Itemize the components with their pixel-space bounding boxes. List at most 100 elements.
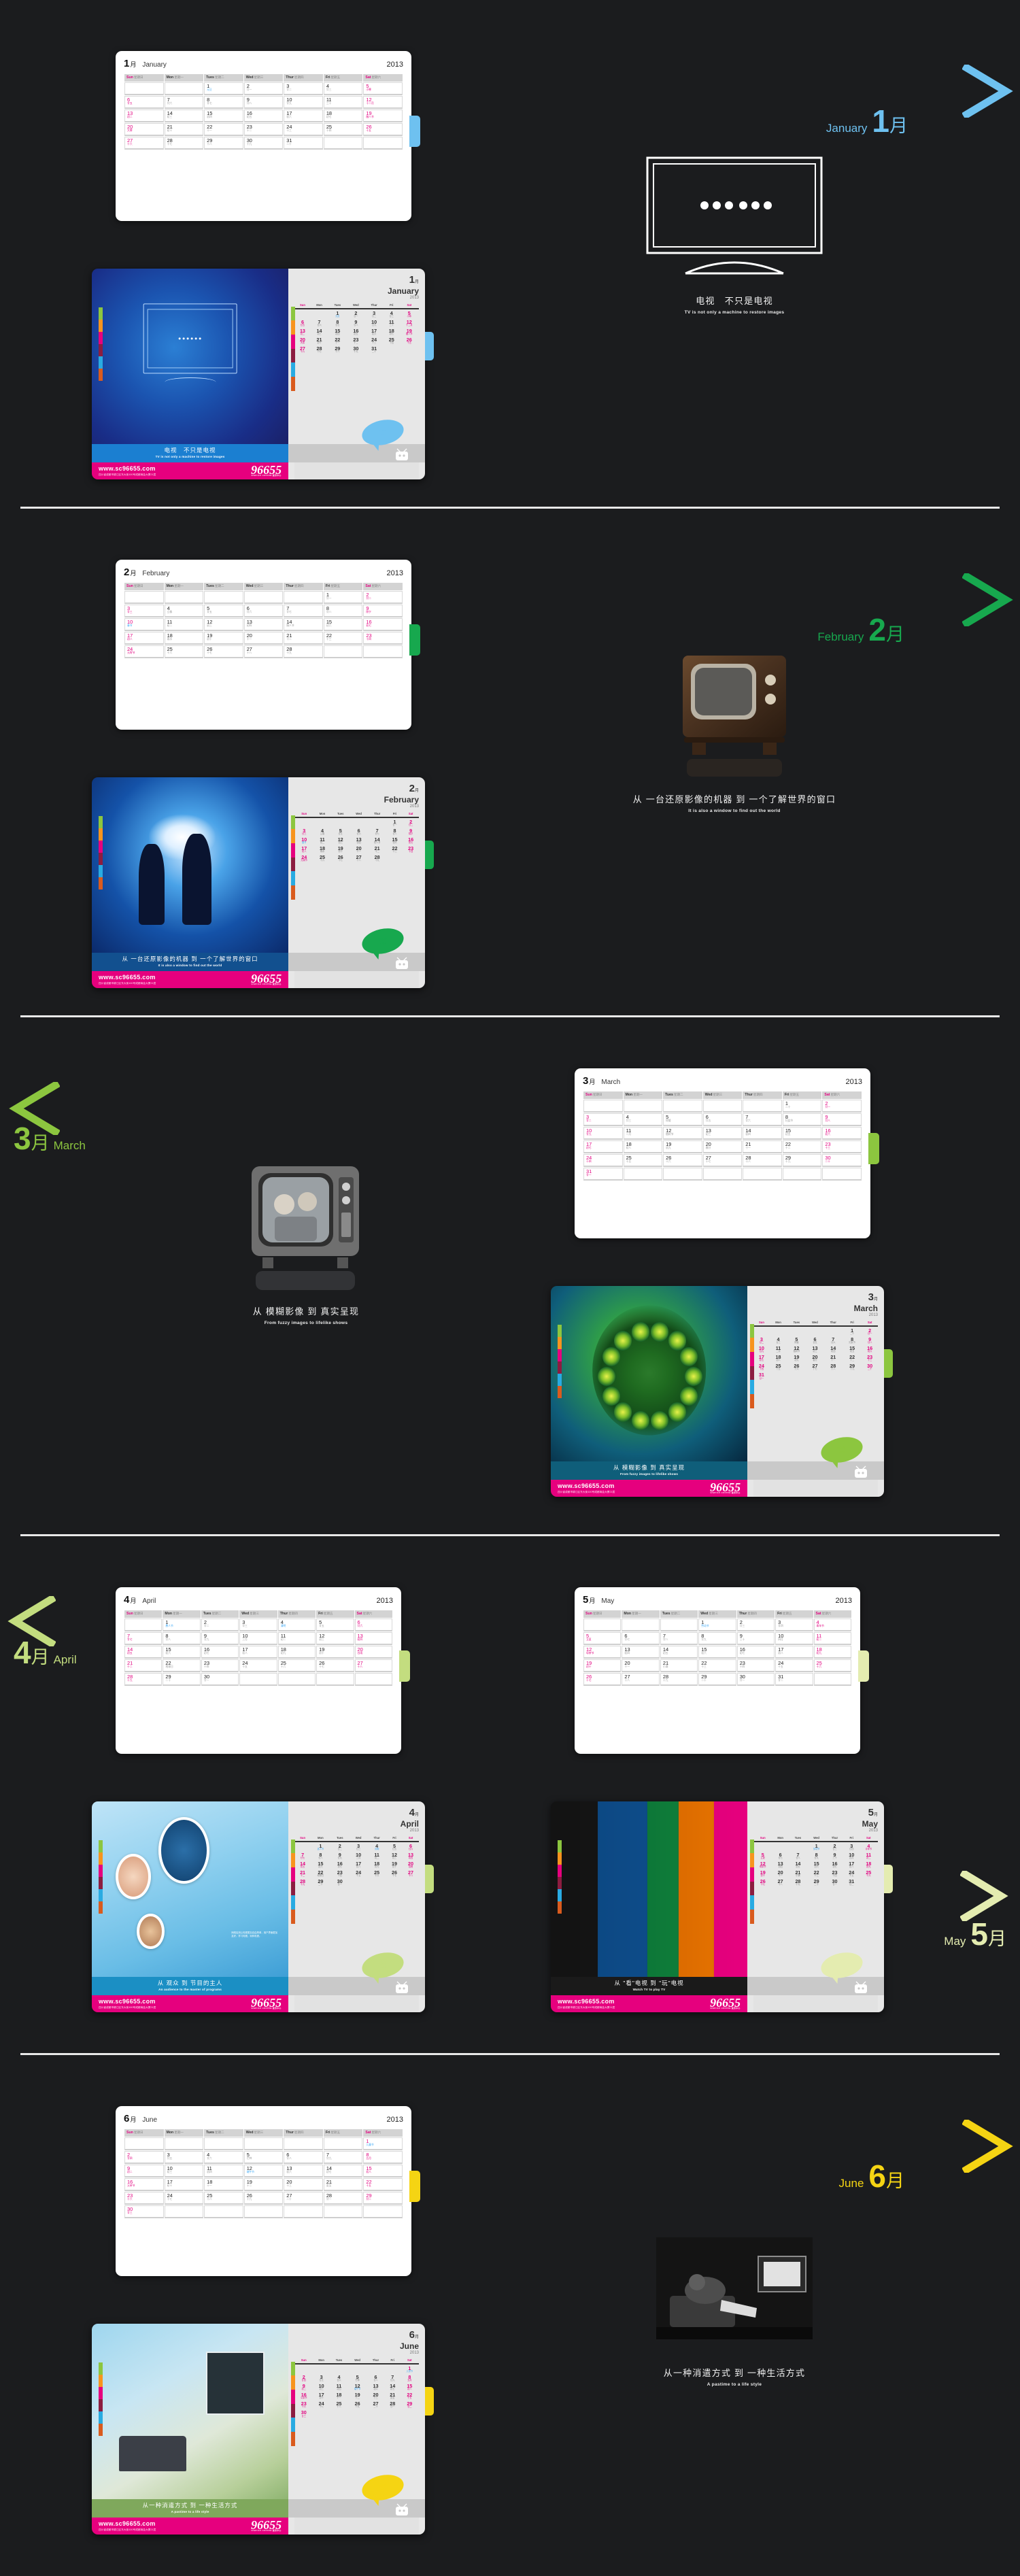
- calendar-card-tab[interactable]: [858, 1650, 869, 1682]
- calendar-day-cell[interactable]: 18 初八: [623, 1140, 663, 1153]
- mini-day-cell[interactable]: 21 十一: [823, 1354, 843, 1363]
- mini-day-cell[interactable]: 14 情人节: [368, 836, 387, 845]
- mini-day-cell[interactable]: 8 廿九: [807, 1852, 826, 1861]
- calendar-day-cell[interactable]: 15 初六: [698, 1645, 736, 1659]
- calendar-day-cell[interactable]: 28 十八: [743, 1153, 782, 1167]
- mini-day-cell[interactable]: 15 初八: [401, 2383, 419, 2392]
- mini-day-cell[interactable]: 22 地球日: [311, 1869, 330, 1878]
- mini-day-cell[interactable]: 2 廿二: [330, 1842, 350, 1851]
- calendar-day-cell[interactable]: 18 雨水: [164, 631, 204, 645]
- mini-day-cell[interactable]: 18 雨水: [313, 845, 330, 854]
- footer-website[interactable]: www.sc96655.com: [558, 1998, 615, 2005]
- calendar-day-cell[interactable]: 22 十五: [363, 2177, 403, 2191]
- mini-day-cell[interactable]: 1 二十: [843, 1326, 862, 1336]
- calendar-day-cell[interactable]: 13 初二: [124, 109, 164, 122]
- mini-day-cell[interactable]: 31 二十: [364, 345, 384, 354]
- mini-day-cell[interactable]: 13 初六: [367, 2383, 385, 2392]
- calendar-card-tab[interactable]: [868, 1133, 879, 1164]
- calendar-day-cell[interactable]: 4 廿三: [323, 82, 363, 95]
- mini-day-cell[interactable]: 17 初六: [364, 328, 384, 337]
- calendar-day-cell[interactable]: 4 清明: [277, 1618, 316, 1631]
- mini-day-cell[interactable]: 25 十四: [384, 337, 400, 345]
- calendar-day-cell[interactable]: 18 初九: [277, 1645, 316, 1659]
- calendar-day-cell[interactable]: 29 廿二: [363, 2191, 403, 2205]
- mini-day-cell[interactable]: 10 初三: [313, 2383, 330, 2392]
- calendar-day-cell[interactable]: 7 廿七: [124, 1631, 163, 1645]
- calendar-day-cell[interactable]: 30 二十: [822, 1153, 862, 1167]
- calendar-day-cell[interactable]: 25 十四: [323, 122, 363, 136]
- mini-day-cell[interactable]: 30 十九: [347, 345, 364, 354]
- calendar-day-cell[interactable]: 2 廿一: [243, 82, 284, 95]
- calendar-day-cell[interactable]: 15 初六: [163, 1645, 201, 1659]
- calendar-day-cell[interactable]: 17 初八: [124, 631, 164, 645]
- calendar-day-cell[interactable]: 21 夏至: [323, 2177, 363, 2191]
- mini-day-cell[interactable]: 17 初七: [753, 1354, 770, 1363]
- mini-day-cell[interactable]: 28 十九: [368, 854, 387, 863]
- calendar-day-cell[interactable]: 13 初四: [354, 1631, 392, 1645]
- mini-day-cell[interactable]: 13 初三: [806, 1345, 824, 1354]
- mini-day-cell[interactable]: 3 廿四: [844, 1842, 860, 1851]
- mini-day-cell[interactable]: 21 十二: [368, 845, 387, 854]
- calendar-day-cell[interactable]: 20 大寒: [124, 122, 164, 136]
- mini-day-cell[interactable]: 6 廿六: [350, 828, 368, 836]
- calendar-day-cell[interactable]: 16 父亲节: [124, 2177, 164, 2191]
- mini-day-cell[interactable]: 13 初四: [772, 1861, 789, 1869]
- mini-day-cell[interactable]: 17 初八: [294, 845, 313, 854]
- mini-day-cell[interactable]: 3 廿二: [753, 1336, 770, 1345]
- mini-day-cell[interactable]: 29 二十: [311, 1878, 330, 1887]
- mini-day-cell[interactable]: 11 初二: [367, 1852, 386, 1861]
- calendar-day-cell[interactable]: 8 五月: [363, 2150, 403, 2164]
- calendar-day-cell[interactable]: 24 元宵节: [124, 645, 164, 658]
- mini-day-cell[interactable]: 22 十五: [401, 2392, 419, 2401]
- mini-day-cell[interactable]: 24 十五: [350, 1869, 367, 1878]
- calendar-day-cell[interactable]: 14 初五: [660, 1645, 698, 1659]
- mini-day-cell[interactable]: 17 初八: [844, 1861, 860, 1869]
- calendar-day-cell[interactable]: 17 初六: [284, 109, 323, 122]
- mini-day-cell[interactable]: 28 十九: [789, 1878, 807, 1887]
- mini-day-cell[interactable]: 21 夏至: [385, 2392, 401, 2401]
- calendar-day-cell[interactable]: 23 十四: [201, 1659, 239, 1672]
- calendar-day-cell[interactable]: 5 廿五: [316, 1618, 354, 1631]
- mini-day-cell[interactable]: 7 廿六: [823, 1336, 843, 1345]
- mini-day-cell[interactable]: 12 母亲节: [753, 1861, 772, 1869]
- mini-day-cell[interactable]: 28 廿一: [385, 2401, 401, 2409]
- calendar-day-cell[interactable]: 19 初十: [204, 631, 243, 645]
- mini-day-cell[interactable]: 16 初七: [330, 1861, 350, 1869]
- mini-day-cell[interactable]: 1 元旦: [328, 309, 347, 318]
- calendar-day-cell[interactable]: 4 青年节: [813, 1618, 851, 1631]
- mini-day-cell[interactable]: 10 廿九: [753, 1345, 770, 1354]
- mini-day-cell[interactable]: 30 廿三: [294, 2409, 313, 2418]
- calendar-day-cell[interactable]: 28 廿一: [323, 2191, 363, 2205]
- mini-day-cell[interactable]: 4 清明: [367, 1842, 386, 1851]
- mini-day-cell[interactable]: 21 十二: [294, 1869, 311, 1878]
- calendar-day-cell[interactable]: 12 端午节: [243, 2164, 284, 2177]
- mini-day-cell[interactable]: 4 廿三: [384, 309, 400, 318]
- mini-day-cell[interactable]: 8 廿八: [311, 1852, 330, 1861]
- calendar-day-cell[interactable]: 10 三月: [239, 1631, 277, 1645]
- mini-day-cell[interactable]: 5 小寒: [400, 309, 419, 318]
- calendar-day-cell[interactable]: 19 十二: [243, 2177, 284, 2191]
- mini-day-cell[interactable]: 26 十七: [386, 1869, 403, 1878]
- calendar-day-cell[interactable]: 14 情人节: [284, 617, 323, 631]
- mini-day-cell[interactable]: 9 廿八: [862, 1336, 878, 1345]
- mini-day-cell[interactable]: 7 廿七: [368, 828, 387, 836]
- calendar-day-cell[interactable]: 2 廿一: [822, 1099, 862, 1113]
- calendar-day-cell[interactable]: 13 初四: [243, 617, 284, 631]
- calendar-day-cell[interactable]: 21 十一: [743, 1140, 782, 1153]
- calendar-day-cell[interactable]: 4 廿六: [204, 2150, 243, 2164]
- calendar-day-cell[interactable]: 27 二十: [284, 2191, 323, 2205]
- mini-day-cell[interactable]: 13 初四: [403, 1852, 419, 1861]
- calendar-day-cell[interactable]: 30 廿一: [201, 1672, 239, 1686]
- calendar-day-cell[interactable]: 17 初八: [775, 1645, 813, 1659]
- calendar-day-cell[interactable]: 19 腊八节: [363, 109, 403, 122]
- mini-day-cell[interactable]: 18 十一: [330, 2392, 348, 2401]
- calendar-day-cell[interactable]: 24 十七: [164, 2191, 204, 2205]
- calendar-card-tab[interactable]: [409, 624, 420, 656]
- mini-day-cell[interactable]: 22 十三: [807, 1869, 826, 1878]
- mini-day-cell[interactable]: 24 元宵节: [294, 854, 313, 863]
- calendar-day-cell[interactable]: 30 廿三: [124, 2205, 164, 2218]
- calendar-day-cell[interactable]: 9 廿八: [243, 95, 284, 109]
- mini-day-cell[interactable]: 18 初九: [367, 1861, 386, 1869]
- calendar-day-cell[interactable]: 22 十一: [204, 122, 243, 136]
- calendar-day-cell[interactable]: 14 初五: [124, 1645, 163, 1659]
